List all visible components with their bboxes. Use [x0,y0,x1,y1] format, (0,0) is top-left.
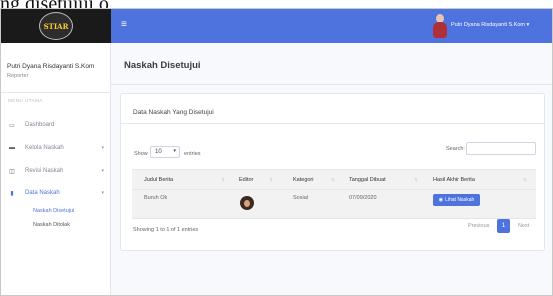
sidebar: STIAR Putri Dyana Risdayanti S.Kom Repor… [1,9,111,295]
sort-icon[interactable]: ⇅ [523,177,527,183]
sidebar-item-label: Kelola Naskah [25,145,64,151]
document-caption: ng disetujui oleh ketua bidang. [0,0,110,8]
pagination-previous[interactable]: Previous [468,223,489,229]
user-role: Reporter [7,73,29,79]
entries-label: entries [184,151,201,157]
divider [111,84,552,85]
cell-tanggal: 07/09/2020 [349,195,377,201]
sidebar-item-label: Data Naskah [25,190,60,196]
sidebar-item-data-naskah[interactable]: ▮ Data Naskah ▾ [8,187,104,199]
sidebar-item-label: Revisi Naskah [25,168,64,174]
app-window: STIAR Putri Dyana Risdayanti S.Kom Repor… [0,8,553,296]
card-header: Data Naskah Yang Disetujui [121,94,544,124]
show-label: Show [134,151,148,157]
cell-kategori: Sosial [293,195,308,201]
inbox-icon: ▬ [9,145,15,151]
topbar: ≡ Putri Dyana Risdayanti S.Kom ▾ [111,9,552,43]
menu-heading: MENU UTAMA [8,98,43,103]
sort-icon[interactable]: ⇅ [221,177,225,183]
chevron-down-icon: ▾ [101,190,104,196]
avatar-body [433,22,447,38]
search-label: Search: [446,146,465,152]
column-header-editor[interactable]: Editor [239,177,253,183]
eye-icon: ◉ [438,197,444,203]
chevron-down-icon: ▾ [101,145,104,151]
chevron-down-icon: ▾ [101,168,104,174]
avatar[interactable] [433,14,447,38]
sort-icon[interactable]: ⇅ [269,177,273,183]
chevron-down-icon: ▾ [173,148,176,154]
sidebar-item-revisi-naskah[interactable]: ◫ Revisi Naskah ▾ [8,165,104,177]
pagination-next[interactable]: Next [518,223,529,229]
sidebar-item-label: Dashboard [25,122,55,128]
table-info: Showing 1 to 1 of 1 entries [133,227,199,233]
editor-avatar [240,196,254,210]
sidebar-brand[interactable]: STIAR [1,9,111,43]
card-title: Data Naskah Yang Disetujui [133,109,214,116]
logo: STIAR [39,12,73,40]
edit-icon: ◫ [9,168,15,175]
sort-icon[interactable]: ⇅ [414,177,418,183]
hamburger-icon[interactable]: ≡ [121,19,127,30]
entries-select[interactable]: 10 ▾ [150,146,180,158]
sidebar-item-kelola-naskah[interactable]: ▬ Kelola Naskah ▾ [8,142,104,154]
column-header-judul[interactable]: Judul Berita [144,177,173,183]
table-header: Judul Berita ⇅ Editor ⇅ Kategori ⇅ Tangg… [132,169,536,189]
lihat-naskah-label: Lihat Naskah [445,197,475,203]
data-card: Data Naskah Yang Disetujui Show 10 ▾ ent… [120,93,545,251]
file-icon: ▮ [10,190,14,197]
column-header-hasil[interactable]: Hasil Akhir Berita [433,177,475,183]
entries-select-value: 10 [155,149,162,155]
pagination-page-1[interactable]: 1 [497,219,510,233]
cell-judul: Buruh Ok [144,195,168,201]
user-name: Putri Dyana Risdayanti S.Kom [7,63,95,70]
search-input[interactable] [466,142,536,155]
logo-text: STIAR [43,21,69,31]
sort-icon[interactable]: ⇅ [331,177,335,183]
sidebar-item-dashboard[interactable]: ▭ Dashboard [8,119,104,131]
page-title: Naskah Disetujui [124,60,201,71]
lihat-naskah-button[interactable]: ◉ Lihat Naskah [433,194,480,206]
monitor-icon: ▭ [9,122,15,129]
sidebar-user-info: Putri Dyana Risdayanti S.Kom Reporter [1,43,111,93]
column-header-kategori[interactable]: Kategori [293,177,314,183]
sidebar-subitem-naskah-ditolak[interactable]: Naskah Ditolak [33,222,70,228]
table-row: Buruh Ok Sosial 07/09/2020 ◉ Lihat Naska… [132,189,536,219]
topbar-user-menu[interactable]: Putri Dyana Risdayanti S.Kom ▾ [451,22,529,28]
column-header-tanggal[interactable]: Tanggal Dibuat [349,177,386,183]
sidebar-subitem-naskah-disetujui[interactable]: Naskah Disetujui [33,208,74,214]
